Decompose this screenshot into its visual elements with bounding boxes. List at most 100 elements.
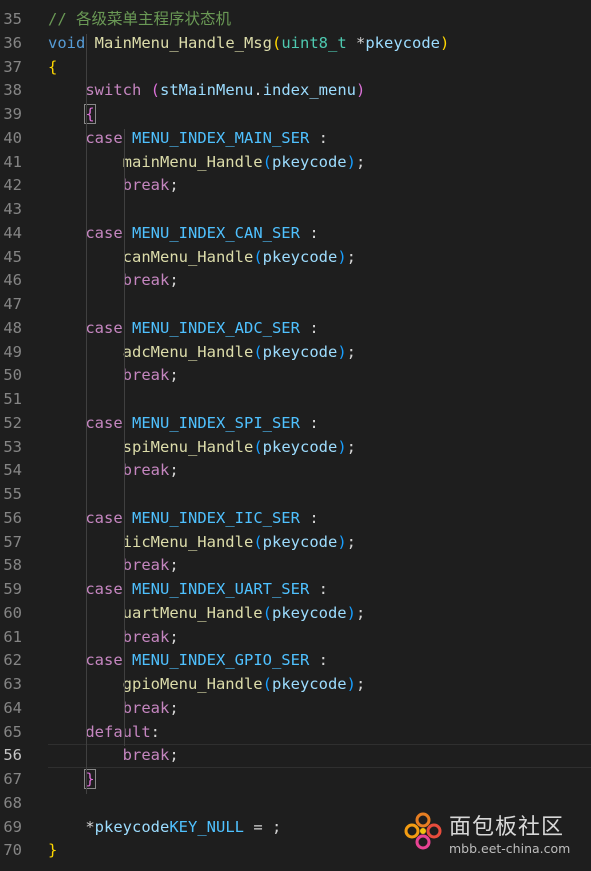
variable-token: stMainMenu bbox=[160, 81, 254, 100]
variable-token: pkeycode bbox=[94, 817, 170, 836]
code-line[interactable]: 43 bbox=[0, 198, 591, 222]
punctuation-token: : bbox=[309, 580, 328, 598]
code-line[interactable]: 39 { bbox=[0, 103, 591, 127]
paren-token: ( bbox=[271, 33, 282, 52]
function-call-token: adcMenu_Handle bbox=[122, 342, 254, 361]
code-line[interactable]: 44 case MENU_INDEX_CAN_SER : bbox=[0, 222, 591, 246]
semicolon-token: ; bbox=[346, 247, 356, 266]
code-line[interactable]: 61 break; bbox=[0, 626, 591, 650]
code-line[interactable]: 37 { bbox=[0, 56, 591, 80]
code-line[interactable]: 40 case MENU_INDEX_MAIN_SER : bbox=[0, 127, 591, 151]
punctuation-token: : bbox=[299, 413, 319, 432]
function-call-token: canMenu_Handle bbox=[122, 247, 254, 266]
function-name-token: MainMenu_Handle_Msg bbox=[94, 33, 272, 52]
constant-token: MENU_INDEX_CAN_SER bbox=[132, 223, 300, 242]
code-line[interactable]: 49 adcMenu_Handle(pkeycode); bbox=[0, 341, 591, 365]
code-line[interactable]: 62 case MENU_INDEX_GPIO_SER : bbox=[0, 649, 591, 673]
code-line[interactable]: 51 bbox=[0, 388, 591, 412]
constant-token: MENU_INDEX_GPIO_SER bbox=[132, 651, 310, 670]
brace-token: { bbox=[48, 57, 58, 76]
line-number: 45 bbox=[3, 247, 22, 266]
argument-token: pkeycode bbox=[262, 342, 338, 361]
code-line[interactable]: 35 // 各级菜单主程序状态机 bbox=[0, 8, 591, 32]
code-line[interactable]: 58 break; bbox=[0, 554, 591, 578]
code-line[interactable]: 57 iicMenu_Handle(pkeycode); bbox=[0, 531, 591, 555]
line-number: 35 bbox=[3, 10, 22, 28]
line-number: 63 bbox=[3, 675, 22, 693]
paren-token: ) bbox=[337, 532, 347, 551]
code-line[interactable]: 63 gpioMenu_Handle(pkeycode); bbox=[0, 673, 591, 697]
code-line[interactable]: 56 break; bbox=[0, 744, 591, 768]
code-line[interactable]: 65 default: bbox=[0, 721, 591, 745]
code-line[interactable]: 38 switch (stMainMenu.index_menu) bbox=[0, 79, 591, 103]
code-text: break; bbox=[48, 364, 179, 388]
code-text: spiMenu_Handle(pkeycode); bbox=[48, 436, 356, 460]
paren-token: ( bbox=[262, 152, 272, 171]
line-number: 47 bbox=[3, 295, 22, 313]
code-line[interactable]: 42 break; bbox=[0, 174, 591, 198]
code-line[interactable]: 56 case MENU_INDEX_IIC_SER : bbox=[0, 507, 591, 531]
paren-token: ) bbox=[337, 437, 347, 456]
code-line[interactable]: 60 uartMenu_Handle(pkeycode); bbox=[0, 602, 591, 626]
code-line[interactable]: 59 case MENU_INDEX_UART_SER : bbox=[0, 578, 591, 602]
code-text: case MENU_INDEX_ADC_SER : bbox=[48, 317, 319, 341]
line-number: 67 bbox=[3, 770, 22, 788]
line-number: 56 bbox=[3, 746, 22, 765]
control-keyword-token: case bbox=[85, 318, 123, 337]
indent-guide bbox=[86, 33, 88, 794]
function-call-token: gpioMenu_Handle bbox=[122, 675, 263, 693]
code-text: uartMenu_Handle(pkeycode); bbox=[48, 602, 366, 626]
paren-token: ) bbox=[356, 81, 366, 100]
semicolon-token: ; bbox=[169, 556, 179, 575]
code-line[interactable]: 45 canMenu_Handle(pkeycode); bbox=[0, 246, 591, 270]
argument-token: pkeycode bbox=[271, 152, 347, 171]
control-keyword-token: break bbox=[122, 366, 170, 385]
control-keyword-token: break bbox=[122, 176, 170, 195]
constant-token: KEY_NULL bbox=[169, 817, 244, 836]
line-number: 56 bbox=[3, 508, 22, 527]
line-number: 55 bbox=[3, 485, 22, 503]
line-number: 40 bbox=[3, 128, 22, 147]
line-number: 52 bbox=[3, 413, 22, 432]
code-text: case MENU_INDEX_UART_SER : bbox=[48, 578, 328, 602]
control-keyword-token: case bbox=[85, 223, 123, 242]
semicolon-token: ; bbox=[169, 271, 179, 290]
keyword-token: void bbox=[48, 33, 86, 52]
argument-token: pkeycode bbox=[271, 603, 347, 622]
code-text: break; bbox=[48, 269, 179, 293]
paren-token: ) bbox=[337, 247, 347, 266]
code-line[interactable]: 54 break; bbox=[0, 459, 591, 483]
code-line[interactable]: 55 bbox=[0, 483, 591, 507]
line-number: 41 bbox=[3, 152, 22, 171]
code-line[interactable]: 50 break; bbox=[0, 364, 591, 388]
code-text: gpioMenu_Handle(pkeycode); bbox=[48, 673, 366, 697]
code-text: mainMenu_Handle(pkeycode); bbox=[48, 151, 366, 175]
code-line[interactable]: 67 } bbox=[0, 768, 591, 792]
code-line[interactable]: 52 case MENU_INDEX_SPI_SER : bbox=[0, 412, 591, 436]
indent-guide bbox=[124, 128, 126, 747]
code-text: default: bbox=[48, 721, 160, 745]
punctuation-token: : bbox=[150, 722, 160, 741]
paren-token: ) bbox=[346, 152, 356, 171]
code-line[interactable]: 53 spiMenu_Handle(pkeycode); bbox=[0, 436, 591, 460]
code-text: break; bbox=[48, 459, 179, 483]
code-line[interactable]: 36 void MainMenu_Handle_Msg(uint8_t *pkey… bbox=[0, 32, 591, 56]
punctuation-token: : bbox=[299, 318, 319, 337]
code-line[interactable]: 64 break; bbox=[0, 697, 591, 721]
code-line[interactable]: 41 mainMenu_Handle(pkeycode); bbox=[0, 151, 591, 175]
code-editor[interactable]: 35 // 各级菜单主程序状态机 36 void MainMenu_Handle_Ms… bbox=[0, 0, 591, 871]
function-call-token: spiMenu_Handle bbox=[122, 437, 254, 456]
code-line[interactable]: 48 case MENU_INDEX_ADC_SER : bbox=[0, 317, 591, 341]
code-line[interactable]: 46 break; bbox=[0, 269, 591, 293]
code-line[interactable]: 47 bbox=[0, 293, 591, 317]
code-text: } bbox=[48, 768, 96, 792]
line-number: 44 bbox=[3, 223, 22, 242]
paren-token: ( bbox=[262, 603, 272, 622]
semicolon-token: ; bbox=[355, 675, 366, 693]
line-number: 64 bbox=[3, 698, 22, 717]
